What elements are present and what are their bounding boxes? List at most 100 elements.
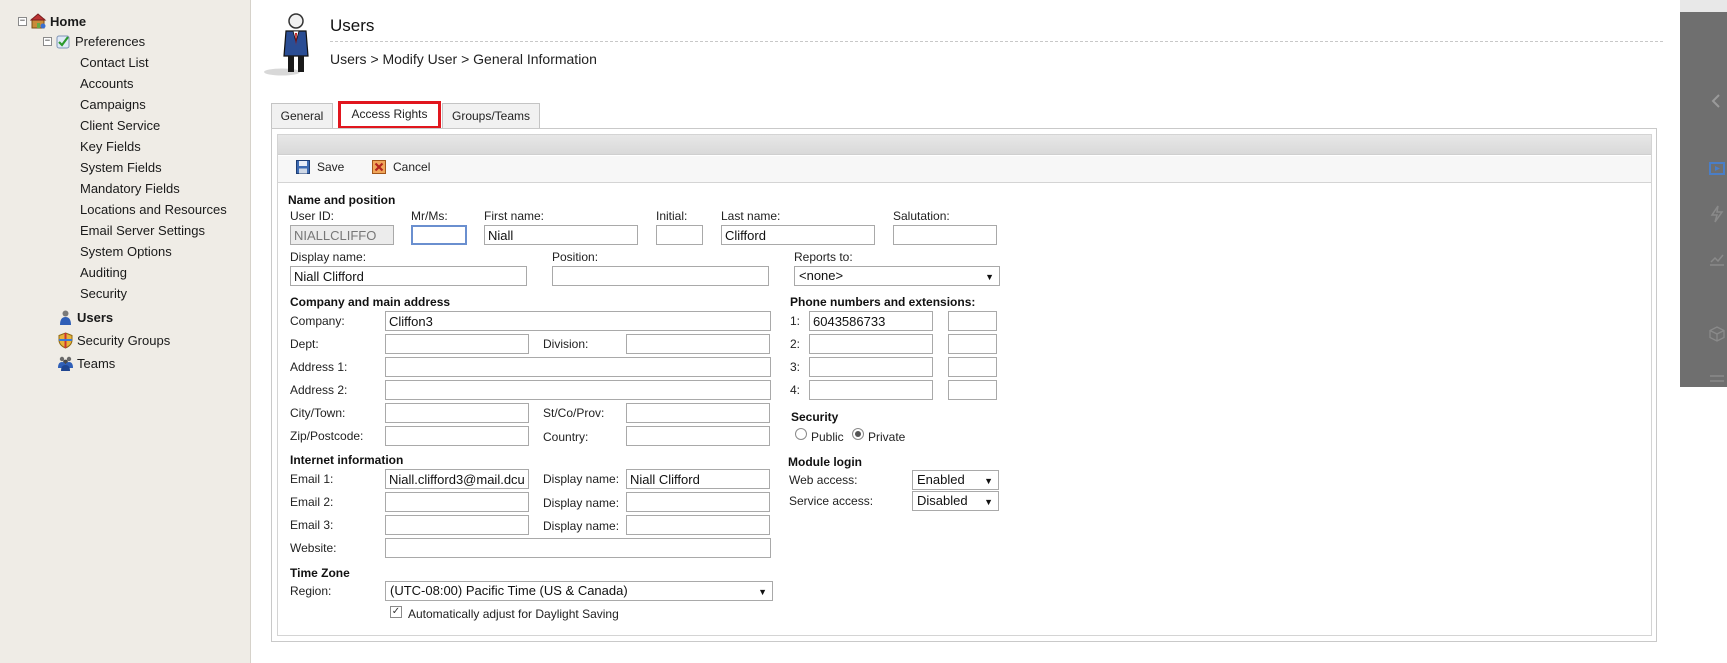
phone-3-extension-field[interactable] <box>948 357 997 377</box>
email1-display-label: Display name: <box>543 472 620 486</box>
tree-label-home: Home <box>50 14 87 29</box>
phone-4-extension-field[interactable] <box>948 380 997 400</box>
toolbar: Save Cancel <box>278 156 1651 183</box>
email2-field[interactable] <box>385 492 529 512</box>
section-internet-info: Internet information <box>290 453 404 467</box>
save-label: Save <box>317 160 345 174</box>
sidebar-item-system-fields[interactable]: System Fields <box>80 160 162 175</box>
sidebar-item-campaigns[interactable]: Campaigns <box>80 97 146 112</box>
zip-label: Zip/Postcode: <box>290 429 364 443</box>
media-icon[interactable] <box>1708 160 1726 178</box>
initial-field[interactable] <box>656 225 703 245</box>
sidebar-item-auditing[interactable]: Auditing <box>80 265 127 280</box>
email1-field[interactable] <box>385 469 529 489</box>
salutation-field[interactable] <box>893 225 997 245</box>
address2-label: Address 2: <box>290 383 348 397</box>
tree-item-teams[interactable]: Teams <box>57 355 115 372</box>
section-time-zone: Time Zone <box>290 566 350 580</box>
phone-1-number-field[interactable] <box>809 311 933 331</box>
tree-item-security-groups[interactable]: Security Groups <box>57 332 170 349</box>
dst-checkbox[interactable]: ✓ <box>390 606 402 618</box>
first-name-label: First name: <box>484 209 545 223</box>
email3-display-field[interactable] <box>626 515 770 535</box>
display-name-field[interactable] <box>290 266 527 286</box>
city-field[interactable] <box>385 403 529 423</box>
user-id-field <box>290 225 394 245</box>
division-label: Division: <box>543 337 589 351</box>
display-name-label: Display name: <box>290 250 367 264</box>
phone-4-label: 4: <box>790 383 801 397</box>
sidebar-item-client-service[interactable]: Client Service <box>80 118 160 133</box>
sidebar-item-accounts[interactable]: Accounts <box>80 76 133 91</box>
tree-item-users[interactable]: Users <box>57 309 113 326</box>
sidebar-item-label: Mandatory Fields <box>80 181 180 196</box>
web-access-select[interactable]: Enabled ▼ <box>912 470 999 490</box>
tab-general[interactable]: General <box>271 103 333 128</box>
sidebar-item-security[interactable]: Security <box>80 286 127 301</box>
cube-icon[interactable] <box>1708 325 1726 343</box>
address2-field[interactable] <box>385 380 771 400</box>
position-field[interactable] <box>552 266 769 286</box>
sidebar-item-label: Auditing <box>80 265 127 280</box>
phone-2-extension-field[interactable] <box>948 334 997 354</box>
phone-3-number-field[interactable] <box>809 357 933 377</box>
private-radio[interactable] <box>852 428 864 440</box>
layout-icon[interactable] <box>1708 372 1726 390</box>
public-label: Public <box>811 430 844 444</box>
division-field[interactable] <box>626 334 770 354</box>
collapse-icon[interactable]: − <box>18 17 27 26</box>
dst-label: Automatically adjust for Daylight Saving <box>408 607 619 621</box>
state-field[interactable] <box>626 403 770 423</box>
website-field[interactable] <box>385 538 771 558</box>
phone-2-number-field[interactable] <box>809 334 933 354</box>
last-name-field[interactable] <box>721 225 875 245</box>
zip-field[interactable] <box>385 426 529 446</box>
service-access-value: Disabled <box>917 493 968 508</box>
collapse-icon[interactable]: − <box>43 37 52 46</box>
email1-label: Email 1: <box>290 472 334 486</box>
web-access-value: Enabled <box>917 472 965 487</box>
private-label: Private <box>868 430 906 444</box>
phone-3-label: 3: <box>790 360 801 374</box>
email2-display-field[interactable] <box>626 492 770 512</box>
sidebar-item-label: Contact List <box>80 55 149 70</box>
tree-item-home[interactable]: − Home <box>18 13 86 30</box>
tab-access-rights[interactable]: Access Rights <box>338 101 441 129</box>
service-access-select[interactable]: Disabled ▼ <box>912 491 999 511</box>
address1-field[interactable] <box>385 357 771 377</box>
tree-label-preferences: Preferences <box>75 34 146 49</box>
cancel-button[interactable]: Cancel <box>372 160 430 174</box>
reports-to-select[interactable]: <none> ▼ <box>794 266 1000 286</box>
sidebar-item-key-fields[interactable]: Key Fields <box>80 139 141 154</box>
shield-icon <box>58 332 73 349</box>
public-radio[interactable] <box>795 428 807 440</box>
dropdown-arrow-icon: ▼ <box>758 587 767 597</box>
sidebar-item-mandatory-fields[interactable]: Mandatory Fields <box>80 181 180 196</box>
email3-field[interactable] <box>385 515 529 535</box>
company-field[interactable] <box>385 311 771 331</box>
home-icon <box>30 13 47 29</box>
sidebar-item-contact-list[interactable]: Contact List <box>80 55 149 70</box>
dept-field[interactable] <box>385 334 529 354</box>
mrms-field[interactable] <box>411 225 467 245</box>
sidebar-item-locations-and-resources[interactable]: Locations and Resources <box>80 202 227 217</box>
chevron-left-icon[interactable] <box>1708 92 1726 110</box>
trend-chart-icon[interactable] <box>1708 250 1726 268</box>
region-value: (UTC-08:00) Pacific Time (US & Canada) <box>390 583 628 598</box>
lightning-icon[interactable] <box>1708 205 1726 223</box>
tab-groups-teams[interactable]: Groups/Teams <box>442 103 540 128</box>
save-button[interactable]: Save <box>296 160 344 174</box>
sidebar-item-email-server-settings[interactable]: Email Server Settings <box>80 223 205 238</box>
phone-1-extension-field[interactable] <box>948 311 997 331</box>
sidebar-item-label: Client Service <box>80 118 161 133</box>
navigation-sidebar: − Home − Preferences Contact List Account… <box>0 0 251 663</box>
reports-to-value: <none> <box>799 268 844 283</box>
first-name-field[interactable] <box>484 225 638 245</box>
region-select[interactable]: (UTC-08:00) Pacific Time (US & Canada) ▼ <box>385 581 773 601</box>
team-icon <box>58 356 73 371</box>
tree-item-preferences[interactable]: − Preferences <box>43 33 145 50</box>
sidebar-item-system-options[interactable]: System Options <box>80 244 172 259</box>
phone-4-number-field[interactable] <box>809 380 933 400</box>
country-field[interactable] <box>626 426 770 446</box>
email1-display-field[interactable] <box>626 469 770 489</box>
